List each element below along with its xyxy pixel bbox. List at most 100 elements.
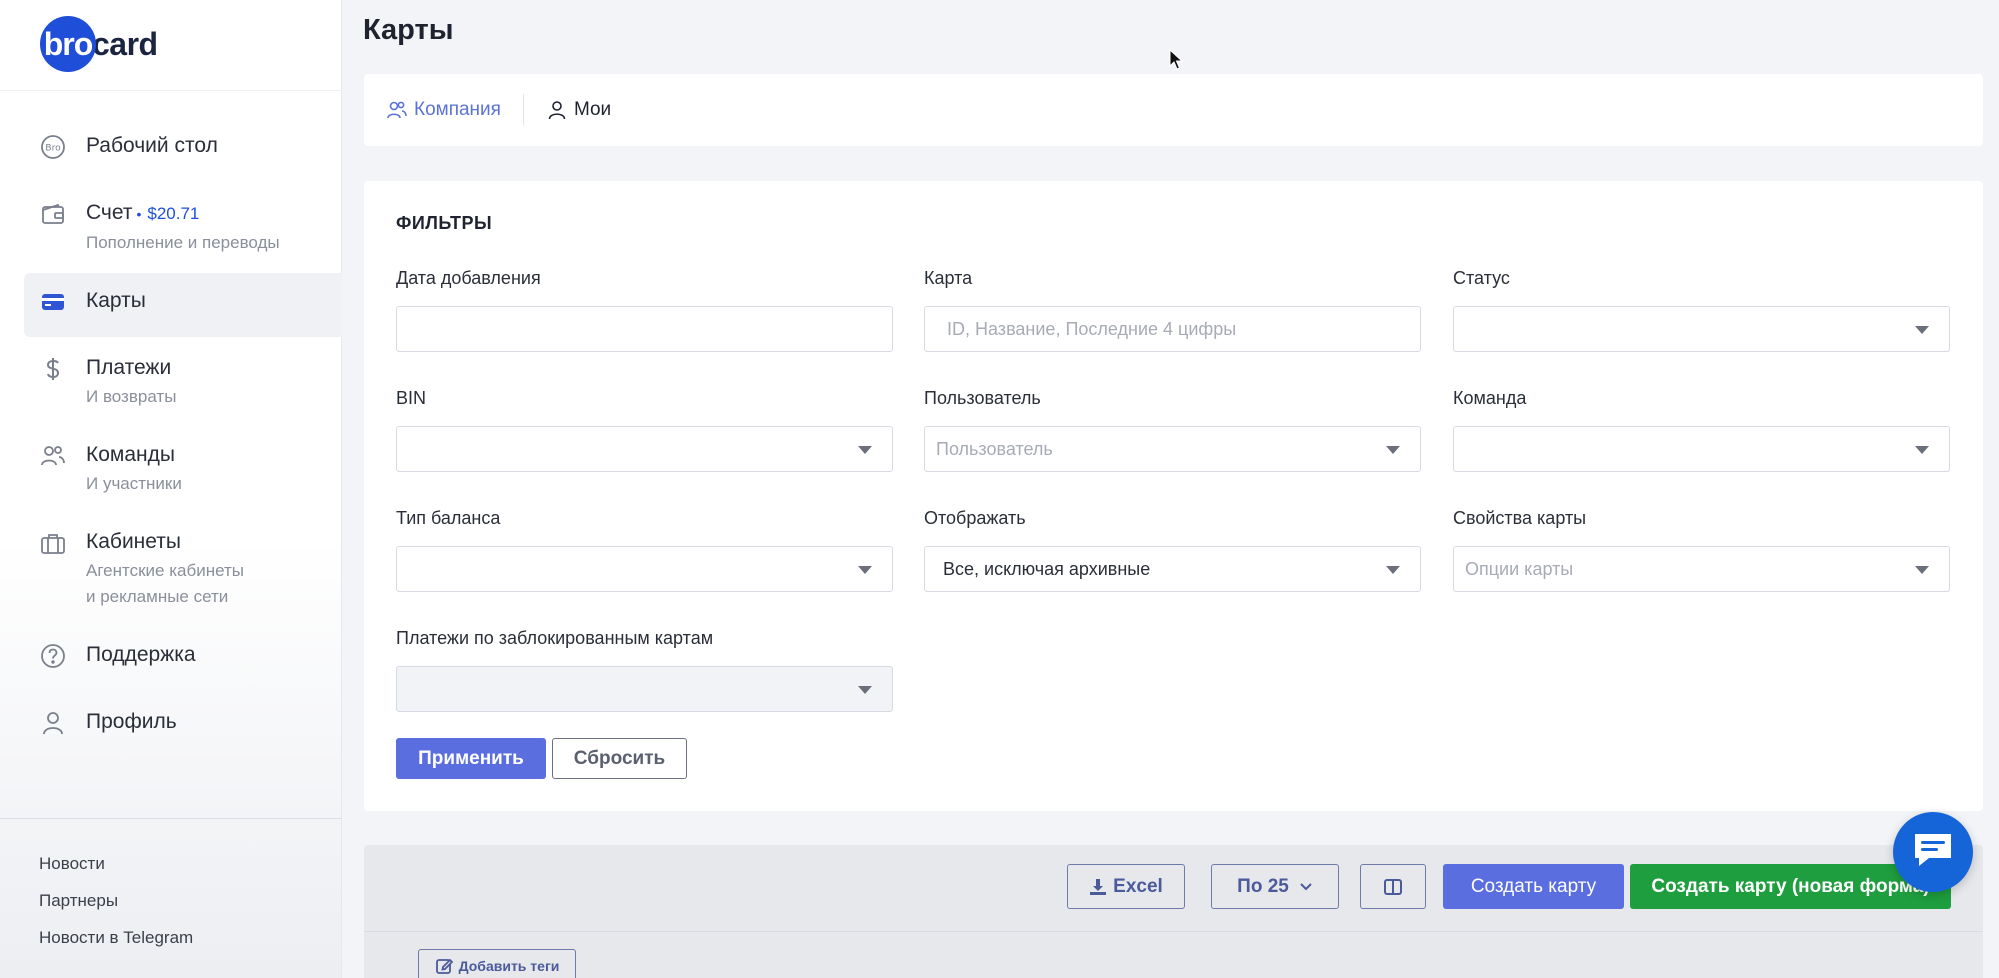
chat-widget-button[interactable] <box>1893 812 1973 892</box>
footer-link-telegram[interactable]: Новости в Telegram <box>39 926 193 950</box>
columns-toggle-button[interactable] <box>1360 864 1426 909</box>
logo-text: card <box>92 25 158 62</box>
footer-links: Новости Партнеры Новости в Telegram <box>39 852 193 963</box>
users-icon <box>386 99 408 121</box>
chat-bubble-icon <box>1911 830 1955 875</box>
svg-text:Bro: Bro <box>45 144 61 154</box>
sidebar-item-payments[interactable]: Платежи И возвраты <box>24 340 342 424</box>
reset-filters-button[interactable]: Сбросить <box>552 738 687 779</box>
field-label: Дата добавления <box>396 268 541 288</box>
sidebar-item-sub: и рекламные сети <box>86 587 229 606</box>
field-label: Команда <box>1453 388 1527 408</box>
sidebar-item-cards[interactable]: Карты <box>24 273 342 337</box>
logo-divider <box>0 90 342 91</box>
caret-down-icon <box>858 686 872 694</box>
sidebar-item-label: Платежи <box>86 356 172 379</box>
tab-mine[interactable]: Мои <box>546 99 611 121</box>
scope-tabs: Компания Мои <box>364 74 1983 146</box>
sidebar-item-support[interactable]: Поддержка <box>24 627 342 691</box>
sidebar-item-label: Поддержка <box>86 643 196 666</box>
credit-card-icon <box>40 289 66 315</box>
user-icon <box>40 710 66 736</box>
bro-badge-icon: Bro <box>40 134 66 160</box>
filter-card-props: Свойства карты Опции карты <box>1453 506 1950 592</box>
button-label: Excel <box>1113 875 1163 897</box>
cards-toolbar: Excel По 25 Создать карту Создать карту … <box>364 845 1983 978</box>
filter-status: Статус <box>1453 266 1950 352</box>
sidebar-item-label: Команды <box>86 443 175 466</box>
user-icon <box>546 99 568 121</box>
footer-link-partners[interactable]: Партнеры <box>39 889 193 913</box>
sidebar-item-teams[interactable]: Команды И участники <box>24 427 342 511</box>
filters-title: ФИЛЬТРЫ <box>396 213 493 233</box>
add-tags-button[interactable]: Добавить теги <box>418 949 576 978</box>
sidebar-item-label: Счет <box>86 201 133 224</box>
filter-user: Пользователь Пользователь <box>924 386 1421 472</box>
team-select[interactable] <box>1453 426 1950 472</box>
sidebar-item-cabinets[interactable]: Кабинеты Агентские кабинеты и рекламные … <box>24 514 342 624</box>
caret-down-icon <box>1915 566 1929 574</box>
blocked-payments-select[interactable] <box>396 666 893 712</box>
user-select[interactable]: Пользователь <box>924 426 1421 472</box>
date-added-field[interactable] <box>413 318 876 340</box>
chevron-down-icon <box>1299 882 1313 892</box>
sidebar-item-profile[interactable]: Профиль <box>24 694 342 758</box>
caret-down-icon <box>1386 566 1400 574</box>
footer-link-news[interactable]: Новости <box>39 852 193 876</box>
help-circle-icon <box>40 643 66 669</box>
sidebar-item-label: Рабочий стол <box>86 134 218 157</box>
card-props-select[interactable]: Опции карты <box>1453 546 1950 592</box>
button-label: По 25 <box>1237 875 1289 897</box>
card-search-box[interactable] <box>924 306 1421 352</box>
sidebar-item-sub: Агентские кабинеты <box>86 561 244 580</box>
sidebar-item-sub: Пополнение и переводы <box>86 233 280 252</box>
mouse-cursor-icon <box>1169 49 1184 70</box>
sidebar-item-sub: И участники <box>86 474 182 493</box>
sidebar-item-dashboard[interactable]: Bro Рабочий стол <box>24 118 342 182</box>
filter-balance-type: Тип баланса <box>396 506 893 592</box>
filter-blocked-payments: Платежи по заблокированным картам <box>396 626 893 712</box>
dollar-icon <box>40 356 66 382</box>
filters-panel: ФИЛЬТРЫ Дата добавления Карта Статус BIN… <box>364 181 1983 811</box>
apply-filters-button[interactable]: Применить <box>396 738 546 779</box>
filter-date-added: Дата добавления <box>396 266 893 352</box>
field-label: Пользователь <box>924 388 1041 408</box>
download-icon <box>1089 878 1107 896</box>
status-select[interactable] <box>1453 306 1950 352</box>
field-label: BIN <box>396 388 427 408</box>
wallet-icon <box>40 201 66 227</box>
tab-company[interactable]: Компания <box>386 99 501 121</box>
separator-dot: • <box>136 206 142 222</box>
card-search-input[interactable] <box>941 318 1404 340</box>
balance-type-select[interactable] <box>396 546 893 592</box>
sidebar-item-sub: И возвраты <box>86 387 177 406</box>
create-card-button[interactable]: Создать карту <box>1443 864 1624 909</box>
logo-circle: bro <box>40 16 96 72</box>
caret-down-icon <box>858 446 872 454</box>
date-added-input[interactable] <box>396 306 893 352</box>
account-balance: $20.71 <box>147 204 200 223</box>
brand-logo[interactable]: bro card <box>40 16 158 72</box>
caret-down-icon <box>1915 446 1929 454</box>
briefcase-icon <box>40 530 66 556</box>
display-select[interactable]: Все, исключая архивные <box>924 546 1421 592</box>
caret-down-icon <box>1915 326 1929 334</box>
users-icon <box>40 443 66 469</box>
sidebar: bro card Bro Рабочий стол Счет • $20.71 По… <box>0 0 342 978</box>
per-page-select[interactable]: По 25 <box>1211 864 1339 909</box>
sidebar-footer-divider <box>0 818 342 819</box>
export-excel-button[interactable]: Excel <box>1067 864 1185 909</box>
field-label: Свойства карты <box>1453 508 1587 528</box>
field-label: Карта <box>924 268 973 288</box>
select-placeholder: Опции карты <box>1465 558 1574 579</box>
page-title: Карты <box>363 14 454 46</box>
caret-down-icon <box>858 566 872 574</box>
caret-down-icon <box>1386 446 1400 454</box>
field-label: Тип баланса <box>396 508 501 528</box>
edit-icon <box>435 957 453 975</box>
sidebar-nav: Bro Рабочий стол Счет • $20.71 Пополнение … <box>24 118 342 761</box>
sidebar-item-label: Карты <box>86 289 146 312</box>
field-label: Платежи по заблокированным картам <box>396 628 714 648</box>
sidebar-item-account[interactable]: Счет • $20.71 Пополнение и переводы <box>24 185 342 270</box>
bin-select[interactable] <box>396 426 893 472</box>
